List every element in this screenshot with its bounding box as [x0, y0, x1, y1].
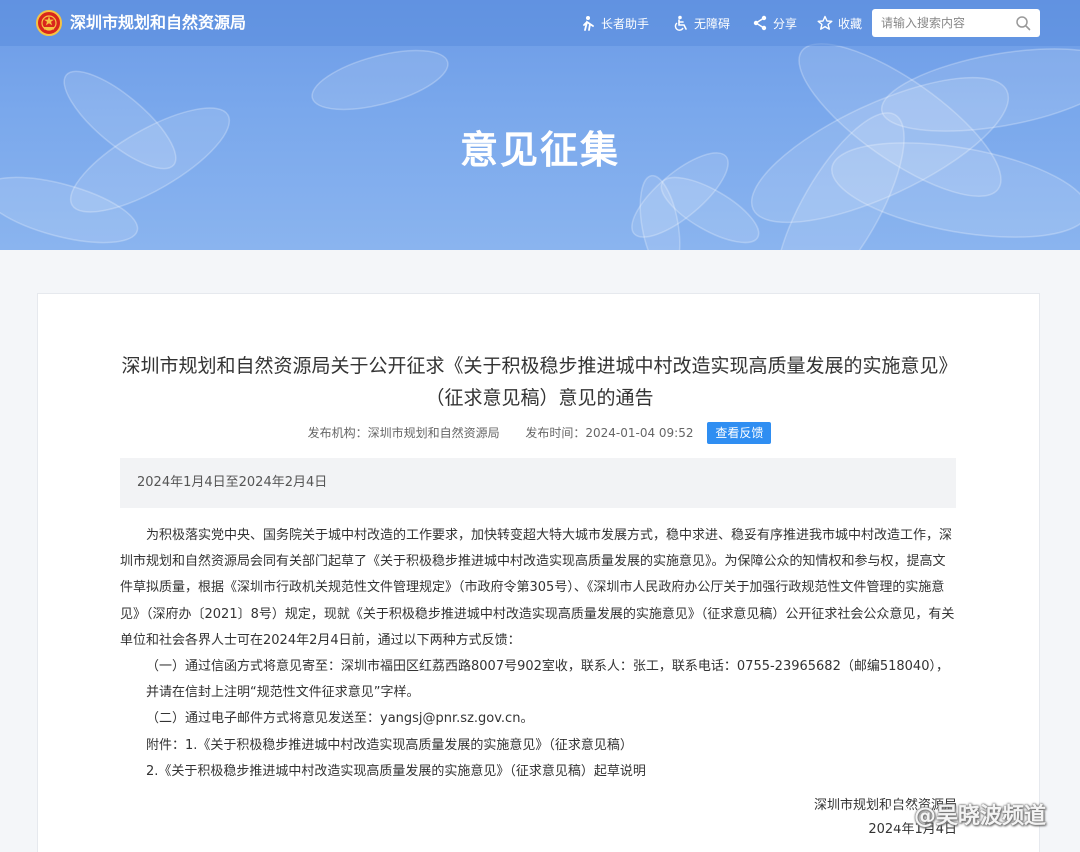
- favorite-label: 收藏: [838, 16, 863, 31]
- search-icon[interactable]: [1015, 15, 1031, 31]
- national-emblem-icon[interactable]: [36, 10, 62, 36]
- site-name[interactable]: 深圳市规划和自然资源局: [70, 12, 246, 34]
- watermark-text: @吴晓波频道: [914, 804, 1047, 829]
- header-toolbar: 长者助手 无障碍 分享 收藏: [580, 13, 862, 33]
- accessibility-button[interactable]: 无障碍: [673, 15, 730, 32]
- page-banner: 深圳市规划和自然资源局 长者助手 无障碍 分享 收藏 请输入搜索内容 意见征集: [0, 0, 1080, 250]
- article-title: 深圳市规划和自然资源局关于公开征求《关于积极稳步推进城中村改造实现高质量发展的实…: [121, 355, 958, 409]
- article-card: 深圳市规划和自然资源局关于公开征求《关于积极稳步推进城中村改造实现高质量发展的实…: [37, 293, 1040, 852]
- share-button[interactable]: 分享: [752, 15, 797, 32]
- top-navigation-bar: 深圳市规划和自然资源局 长者助手 无障碍 分享 收藏 请输入搜索内容: [0, 0, 1080, 46]
- body-paragraph: 为积极落实党中央、国务院关于城中村改造的工作要求，加快转变超大特大城市发展方式，…: [120, 528, 955, 648]
- favorite-button[interactable]: 收藏: [817, 15, 862, 32]
- publish-time: 发布时间：2024-01-04 09:52: [525, 425, 694, 440]
- elder-assist-label: 长者助手: [601, 16, 650, 31]
- star-icon: [817, 15, 833, 30]
- attachment-2[interactable]: 2.《关于积极稳步推进城中村改造实现高质量发展的实施意见》（征求意见稿）起草说明: [120, 759, 956, 785]
- elder-assist-icon: [583, 16, 594, 31]
- elder-assist-button[interactable]: 长者助手: [580, 15, 649, 32]
- method-email: （二）通过电子邮件方式将意见发送至：yangsj@pnr.sz.gov.cn。: [146, 711, 534, 727]
- search-box: [872, 9, 1040, 37]
- publisher: 发布机构：深圳市规划和自然资源局: [307, 425, 500, 440]
- watermark: @吴晓波频道: [886, 794, 1066, 834]
- accessibility-label: 无障碍: [694, 16, 731, 31]
- view-feedback-button[interactable]: 查看反馈: [707, 421, 772, 444]
- search-input[interactable]: [872, 9, 1012, 37]
- share-icon: [753, 15, 767, 31]
- page-title: 意见征集: [459, 128, 620, 172]
- watermark-logo-icon: [887, 803, 909, 825]
- share-label: 分享: [773, 16, 798, 31]
- article-meta: 发布机构：深圳市规划和自然资源局 发布时间：2024-01-04 09:52 查…: [38, 420, 1041, 445]
- method-mail: （一）通过信函方式将意见寄至：深圳市福田区红荔西路8007号902室收，联系人：…: [146, 659, 949, 701]
- consultation-period: 2024年1月4日至2024年2月4日: [120, 458, 956, 508]
- attachment-1[interactable]: 附件：1.《关于积极稳步推进城中村改造实现高质量发展的实施意见》（征求意见稿）: [120, 733, 956, 759]
- accessibility-icon: [674, 15, 687, 31]
- article-body: 为积极落实党中央、国务院关于城中村改造的工作要求，加快转变超大特大城市发展方式，…: [120, 523, 956, 785]
